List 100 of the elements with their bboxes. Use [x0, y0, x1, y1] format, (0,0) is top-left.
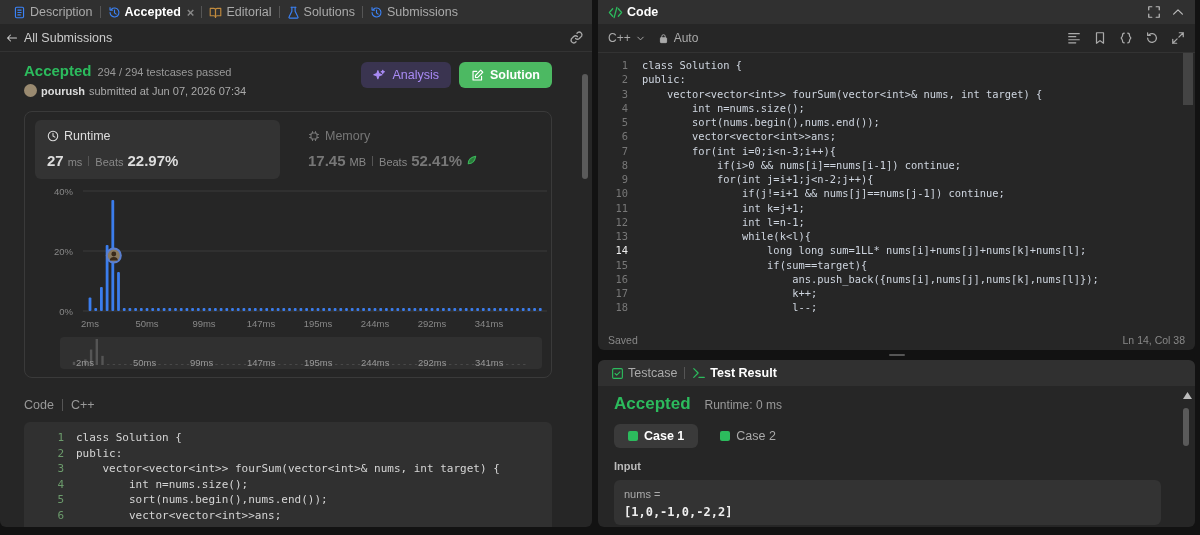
code-line: sort(nums.begin(),nums.end()); [691, 115, 880, 130]
histogram-bar [117, 272, 120, 311]
submitted-text: submitted at Jun 07, 2026 07:34 [89, 84, 247, 97]
histogram-bar [179, 308, 183, 311]
line-number: 14 [614, 243, 628, 258]
input-label: Input [614, 460, 642, 472]
code-line: k++; [791, 286, 818, 301]
tab[interactable]: Testcase [604, 366, 685, 380]
code-line: vector<vector<int>>ans; [691, 129, 836, 144]
line-number: 5 [620, 115, 628, 130]
histogram-bar [168, 308, 172, 311]
unit-label: MB [349, 156, 367, 168]
metric-panel[interactable]: Runtime 27 ms Beats 22.97% [35, 120, 280, 179]
histogram-bar [350, 308, 354, 311]
case-tab[interactable]: Case 2 [706, 424, 790, 448]
histogram-bar [276, 308, 280, 311]
code-line: for(int j=i+1;j<n-2;j++){ [716, 172, 874, 187]
mode-label: Auto [673, 31, 699, 45]
line-number: 2 [56, 445, 64, 461]
code-line: int n=nums.size(); [691, 100, 805, 115]
case-tab[interactable]: Case 1 [614, 424, 699, 448]
code-line: l--; [791, 300, 818, 315]
braces-icon [1119, 31, 1133, 45]
tab[interactable]: Submissions [363, 5, 465, 19]
code-line: if(sum==target){ [766, 257, 868, 272]
line-number: 5 [56, 492, 64, 508]
histogram-bar [88, 297, 92, 311]
tab[interactable]: Accepted × [100, 4, 202, 20]
histogram-bar [453, 308, 457, 311]
expand-icon [1171, 31, 1185, 45]
histogram-bar [379, 308, 383, 311]
line-number: 17 [614, 286, 628, 301]
histogram-bar [521, 308, 525, 311]
tab[interactable]: Test Result [685, 366, 784, 380]
histogram-bar [122, 308, 126, 311]
code-line: int n=nums.size(); [127, 476, 249, 492]
metric-panel[interactable]: Memory 17.45 MB Beats 52.41% [296, 120, 541, 179]
histogram-bar [288, 308, 291, 311]
scrollbar[interactable] [582, 74, 588, 179]
language-label: C++ [70, 398, 95, 412]
resize-handle[interactable] [888, 354, 905, 356]
histogram-bar [253, 308, 257, 311]
histogram-bar [310, 308, 314, 311]
avatar [24, 84, 37, 97]
line-number: 16 [614, 271, 628, 286]
bookmark-icon [1093, 31, 1107, 45]
chip-icon [308, 130, 320, 142]
histogram-bar [299, 308, 303, 311]
histogram-bar [105, 245, 109, 311]
histogram-bar [339, 308, 343, 311]
scroll-up-icon[interactable] [1183, 392, 1192, 399]
line-number: 13 [614, 229, 628, 244]
language-dropdown[interactable]: C++ [608, 31, 646, 45]
histogram-bar [208, 308, 212, 311]
line-number: 3 [620, 86, 628, 101]
code-line: vector<vector<int>> fourSum(vector<int>& nums, int target) { [666, 86, 1043, 101]
variable-name: nums = [624, 488, 662, 500]
histogram-bar [516, 308, 519, 311]
username[interactable]: pourush [41, 84, 85, 97]
analysis-button[interactable]: Analysis [361, 62, 451, 88]
tab[interactable]: Description [6, 5, 100, 19]
axis-label: 147ms [246, 318, 276, 329]
histogram-bar [259, 308, 263, 311]
range-overview[interactable]: 2ms 50ms 99ms 147ms 195ms 244ms 292ms 341ms [60, 337, 542, 369]
close-icon[interactable]: × [186, 4, 195, 20]
histogram-bar [407, 308, 411, 311]
tab[interactable]: Solutions [279, 5, 362, 19]
code-line: if(i>0 && nums[i]==nums[i-1]) continue; [716, 157, 962, 172]
code-line: int l=n-1; [741, 214, 805, 229]
scrollbar[interactable] [1183, 408, 1189, 446]
histogram-bar [527, 308, 531, 311]
line-number: 3 [56, 461, 64, 477]
back-link[interactable]: All Submissions [6, 30, 113, 45]
histogram-bar [196, 308, 200, 311]
checkbox-icon [611, 366, 624, 380]
histogram-bar [94, 308, 98, 311]
line-number: 11 [614, 200, 628, 215]
histogram-bar [328, 308, 331, 311]
code-line: class Solution { [76, 430, 182, 446]
code-line: for(int i=0;i<n-3;i++){ [691, 143, 836, 158]
tab[interactable]: Editorial [202, 5, 279, 19]
code-line: class Solution { [642, 58, 743, 73]
histogram-bar [510, 308, 514, 311]
axis-label: 40% [54, 185, 73, 197]
histogram-bar [174, 308, 177, 311]
histogram-bar [100, 287, 103, 311]
back-arrow-icon [6, 31, 18, 44]
beats-value: 22.97% [127, 152, 179, 169]
line-number: 12 [614, 214, 628, 229]
panel-title: Code [627, 5, 659, 19]
histogram-bar [470, 308, 474, 311]
axis-label: 292ms [417, 318, 447, 329]
beats-label: Beats [379, 156, 408, 168]
histogram-bar [356, 308, 360, 311]
axis-label: 341ms [474, 318, 504, 329]
histogram-bar [225, 308, 229, 311]
line-number: 7 [620, 143, 628, 158]
scrollbar[interactable] [1183, 53, 1193, 105]
histogram-bar [464, 308, 468, 311]
histogram-bar [139, 308, 143, 311]
